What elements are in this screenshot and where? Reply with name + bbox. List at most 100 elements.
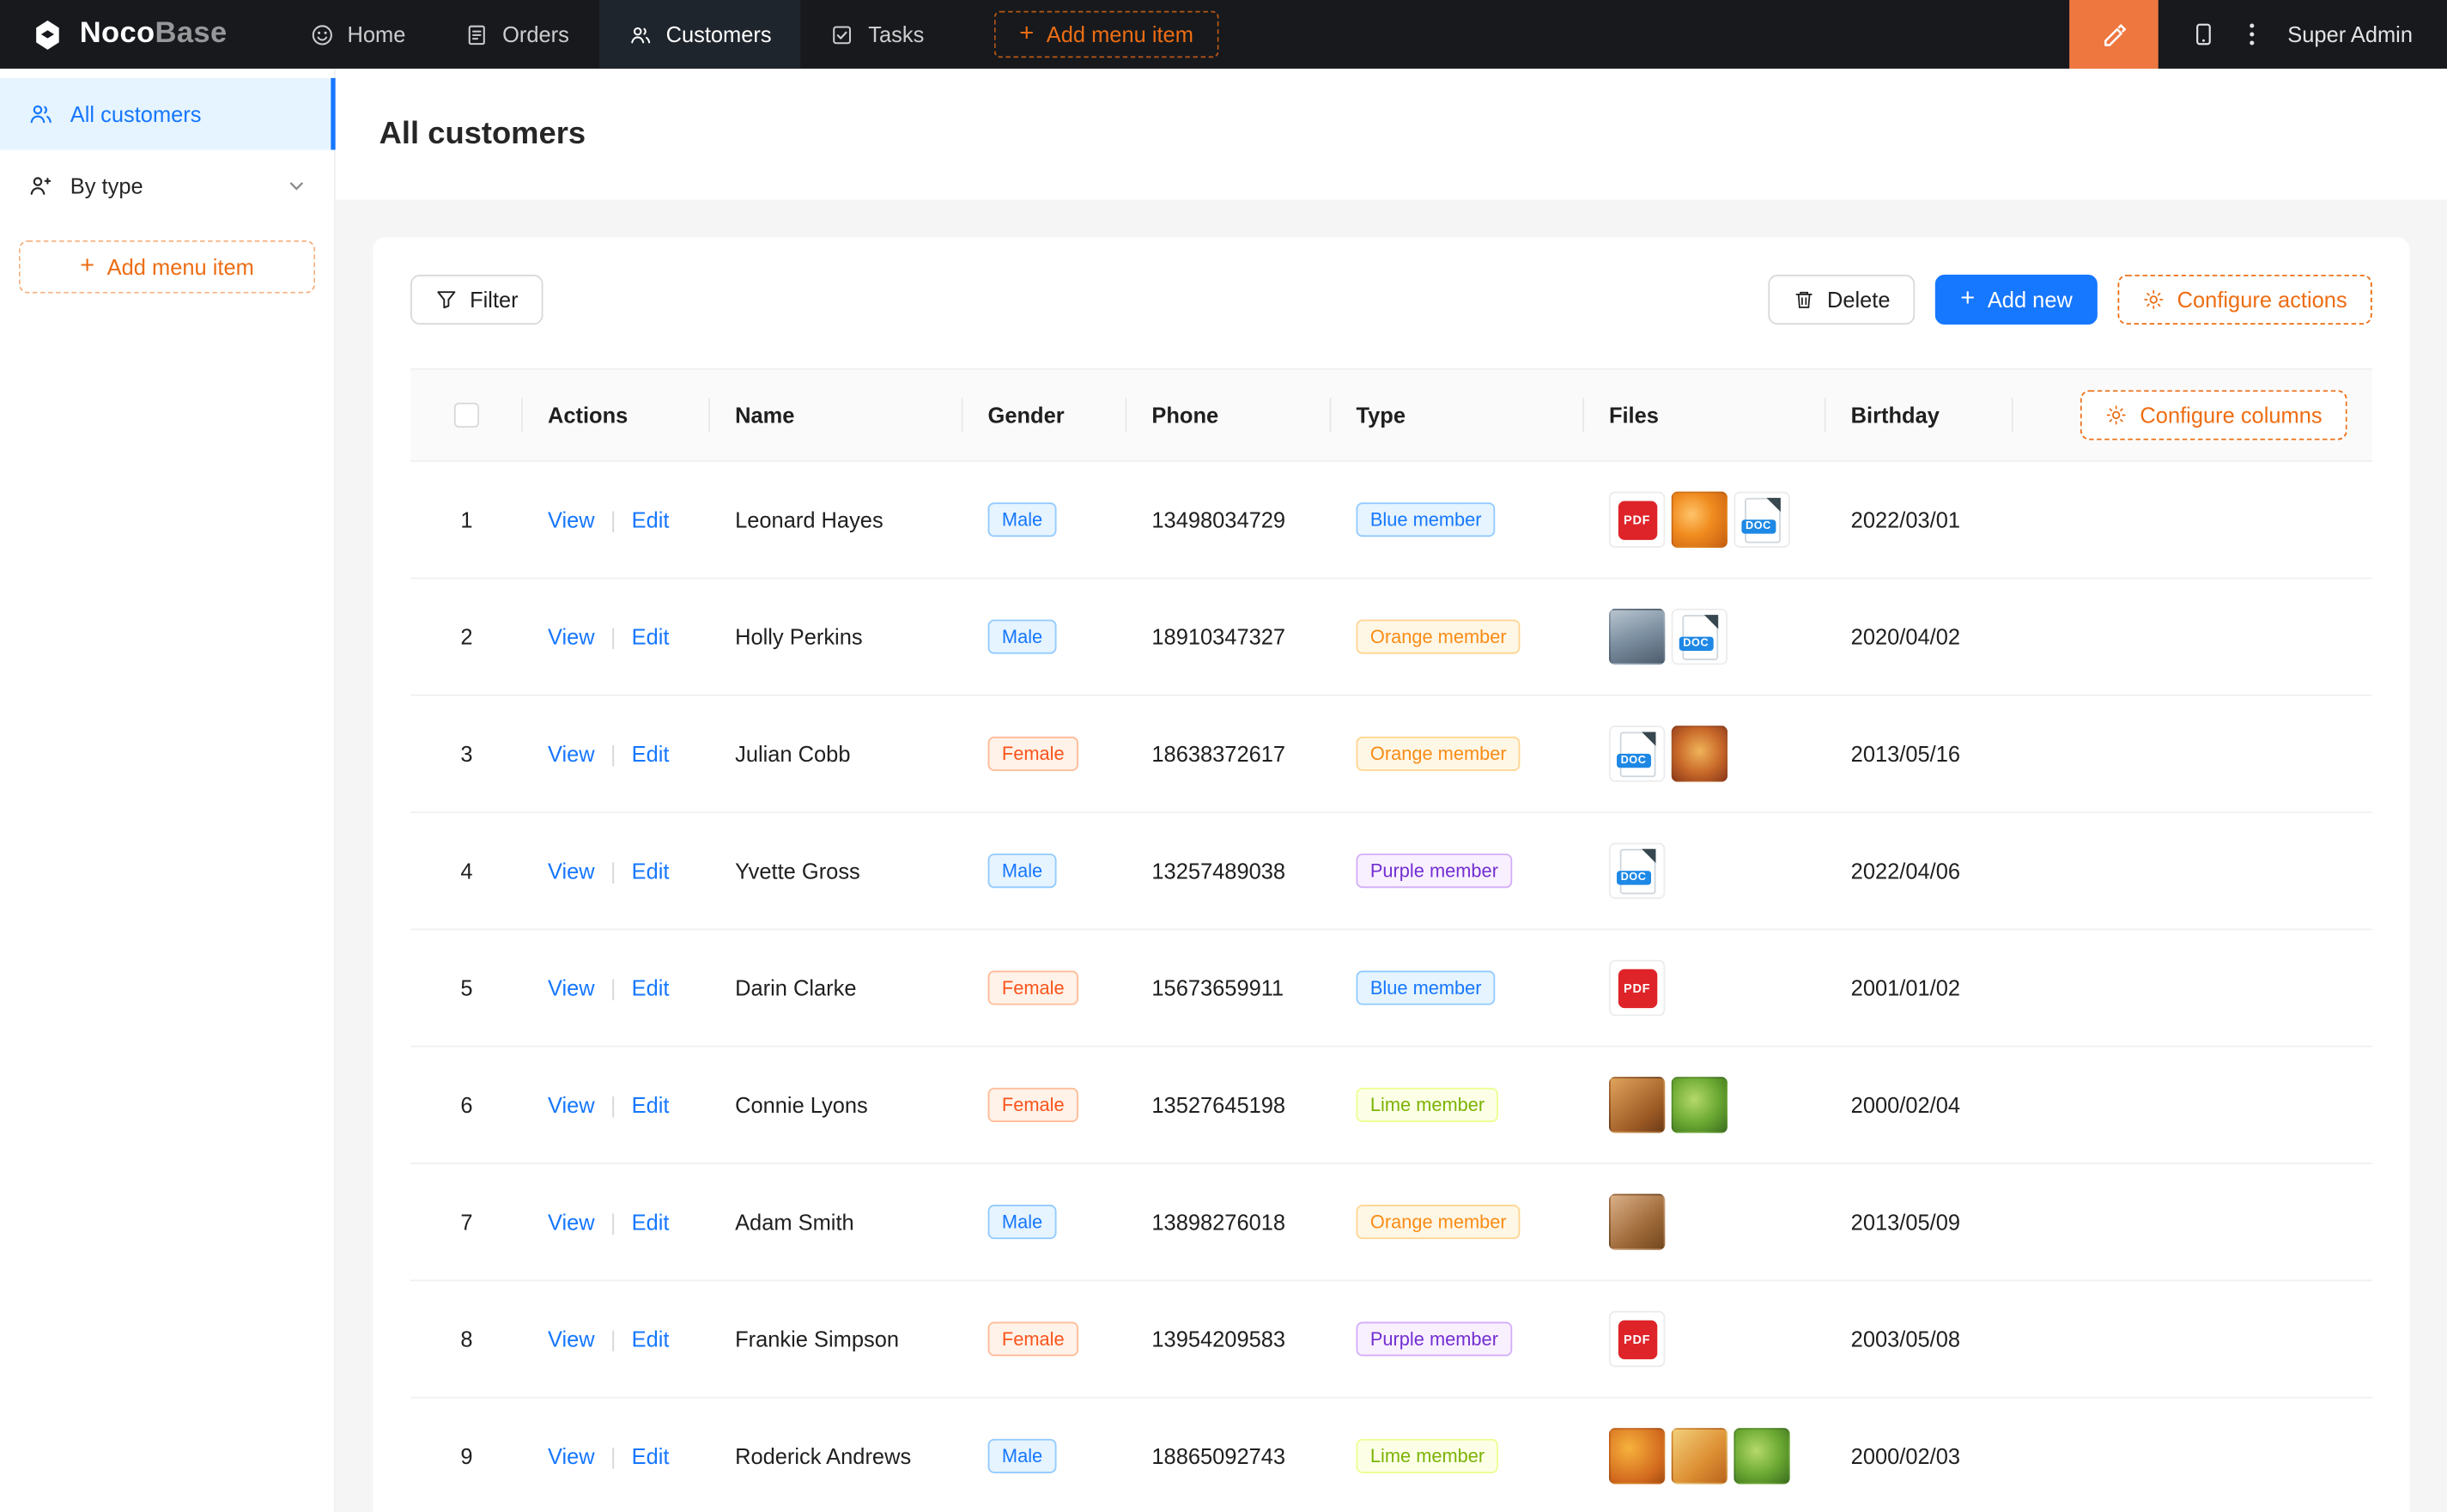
topbar: NocoBase Home Orders [0,0,2447,69]
view-link[interactable]: View [548,1092,595,1117]
image-thumbnail[interactable] [1609,1428,1665,1484]
type-tag: Orange member [1356,620,1521,654]
type-tag: Blue member [1356,971,1495,1005]
sidebar-item-by-type[interactable]: By type [0,149,334,222]
nav-home[interactable]: Home [280,0,435,69]
image-thumbnail[interactable] [1609,1077,1665,1132]
add-menu-item-button[interactable]: + Add menu item [994,11,1218,58]
gender-tag: Male [988,1205,1057,1239]
edit-link[interactable]: Edit [632,1210,670,1235]
nav-label: Orders [502,21,569,46]
action-separator: | [610,507,616,532]
configure-actions-button[interactable]: Configure actions [2118,275,2372,325]
sidebar-item-all-customers[interactable]: All customers [0,78,334,150]
task-check-icon [831,22,854,46]
mobile-icon[interactable] [2191,21,2216,46]
ellipsis-icon[interactable] [2249,21,2255,46]
type-tag: Blue member [1356,502,1495,537]
phone-value: 15673659911 [1151,975,1284,1000]
gender-tag: Male [988,853,1057,888]
phone-value: 18638372617 [1151,741,1285,766]
view-link[interactable]: View [548,1443,595,1468]
nav-label: Customers [666,21,772,46]
add-new-button[interactable]: + Add new [1935,275,2098,325]
edit-link[interactable]: Edit [632,1327,670,1351]
select-all-checkbox[interactable] [454,403,479,428]
view-link[interactable]: View [548,741,595,766]
view-link[interactable]: View [548,1210,595,1235]
image-thumbnail[interactable] [1672,1077,1727,1132]
image-thumbnail[interactable] [1672,492,1727,548]
pdf-file-icon[interactable]: PDF [1609,1311,1665,1367]
edit-link[interactable]: Edit [632,1092,670,1117]
doc-file-icon[interactable]: DOC [1609,843,1665,899]
action-separator: | [610,741,616,766]
image-thumbnail[interactable] [1609,609,1665,665]
files-cell: PDF DOC [1609,492,1790,548]
gender-tag: Male [988,620,1057,654]
doc-file-icon[interactable]: DOC [1609,726,1665,781]
image-thumbnail[interactable] [1672,726,1727,781]
action-separator: | [610,1092,616,1117]
edit-link[interactable]: Edit [632,741,670,766]
gender-tag: Female [988,1322,1078,1357]
nav-customers[interactable]: Customers [598,0,801,69]
birthday-value: 2022/04/06 [1851,859,1960,884]
user-menu[interactable]: Super Admin [2287,21,2413,46]
chevron-down-icon [287,176,306,195]
view-link[interactable]: View [548,1327,595,1351]
smile-icon [310,22,333,46]
edit-link[interactable]: Edit [632,859,670,884]
ui-editor-button[interactable] [2069,0,2159,69]
table-row: 4 View | Edit Yvette Gross Male 13257489… [410,813,2372,930]
nocobase-logo[interactable]: NocoBase [28,15,228,53]
table-card: Filter Delete + Add new [373,237,2409,1512]
image-thumbnail[interactable] [1734,1428,1789,1484]
main-area: All customers Filter [336,69,2447,1512]
nav-orders[interactable]: Orders [435,0,598,69]
pdf-file-icon[interactable]: PDF [1609,960,1665,1016]
nav-tasks[interactable]: Tasks [801,0,954,69]
action-separator: | [610,859,616,884]
gender-tag: Female [988,737,1078,771]
customer-name: Adam Smith [735,1210,854,1235]
gender-tag: Female [988,971,1078,1005]
table-row: 5 View | Edit Darin Clarke Female 156736… [410,930,2372,1047]
logo-text: NocoBase [80,17,228,52]
table-row: 7 View | Edit Adam Smith Male 1389827601… [410,1164,2372,1281]
image-thumbnail[interactable] [1609,1193,1665,1249]
view-link[interactable]: View [548,859,595,884]
action-separator: | [610,624,616,649]
plus-icon: + [80,254,94,279]
toolbar-right: Delete + Add new Configure actions [1768,275,2372,325]
type-tag: Lime member [1356,1088,1498,1122]
customers-table: Actions Name Gender Phone Type Files Bir… [410,368,2372,1512]
phone-value: 13898276018 [1151,1210,1285,1235]
delete-button[interactable]: Delete [1768,275,1916,325]
row-index: 6 [435,1092,498,1117]
table-row: 1 View | Edit Leonard Hayes Male 1349803… [410,462,2372,579]
configure-columns-button[interactable]: Configure columns [2080,390,2347,440]
edit-link[interactable]: Edit [632,624,670,649]
edit-link[interactable]: Edit [632,975,670,1000]
view-link[interactable]: View [548,624,595,649]
phone-value: 13527645198 [1151,1092,1285,1117]
table-row: 3 View | Edit Julian Cobb Female 1863837… [410,696,2372,813]
table-toolbar: Filter Delete + Add new [410,275,2372,325]
customer-name: Julian Cobb [735,741,850,766]
edit-link[interactable]: Edit [632,507,670,532]
column-header-gender: Gender [962,370,1126,460]
view-link[interactable]: View [548,975,595,1000]
doc-file-icon[interactable]: DOC [1672,609,1727,665]
image-thumbnail[interactable] [1672,1428,1727,1484]
view-link[interactable]: View [548,507,595,532]
table-body: 1 View | Edit Leonard Hayes Male 1349803… [410,462,2372,1512]
pdf-file-icon[interactable]: PDF [1609,492,1665,548]
phone-value: 18865092743 [1151,1443,1285,1468]
edit-link[interactable]: Edit [632,1443,670,1468]
sidebar-add-menu-item-button[interactable]: + Add menu item [19,240,315,294]
row-index: 5 [435,975,498,1000]
type-tag: Lime member [1356,1439,1498,1473]
filter-button[interactable]: Filter [410,275,543,325]
doc-file-icon[interactable]: DOC [1734,492,1789,548]
